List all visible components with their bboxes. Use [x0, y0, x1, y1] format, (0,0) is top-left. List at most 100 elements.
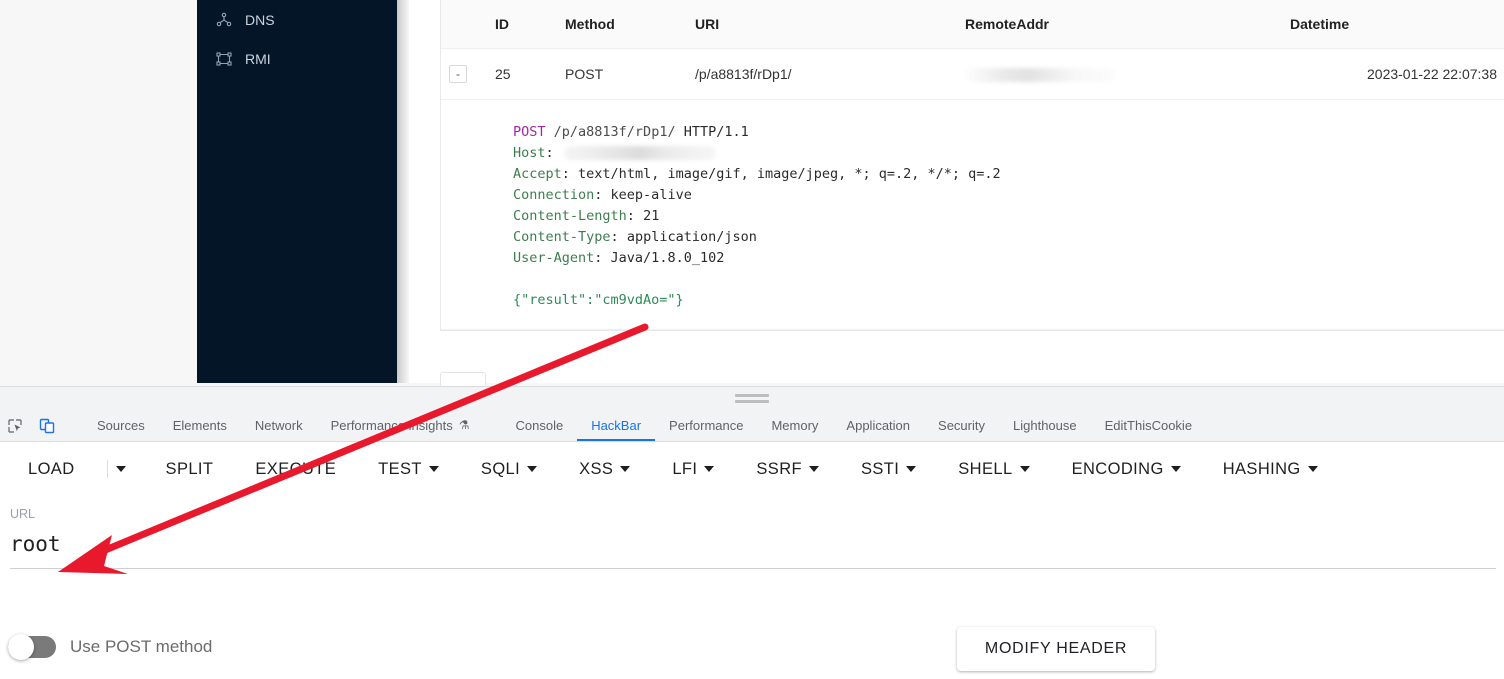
tab-lighthouse[interactable]: Lighthouse: [999, 411, 1091, 441]
th-id: ID: [487, 0, 557, 49]
detail-request-body: {"result":"cm9vdAo="}: [513, 292, 684, 308]
detail-request-path: /p/a8813f/rDp1/: [553, 124, 676, 140]
table-row[interactable]: - 25 POST /p/a8813f/rDp1/ 2023-01-22 22:…: [441, 48, 1504, 100]
tab-label: Lighthouse: [1013, 417, 1077, 433]
detail-cell: POST /p/a8813f/rDp1/ HTTP/1.1 Host: Acce…: [441, 99, 1504, 330]
header-value-content-type: application/json: [626, 229, 757, 245]
chevron-down-icon: [527, 466, 538, 472]
devtools-tabbar: Sources Elements Network Performance ins…: [0, 411, 1504, 442]
header-name-content-type: Content-Type: [513, 229, 611, 245]
chevron-down-icon: [115, 466, 126, 472]
button-label: SHELL: [958, 459, 1013, 478]
tab-label: Network: [254, 417, 303, 433]
tab-label: Performance insights: [330, 417, 453, 433]
cell-id: 25: [487, 48, 557, 100]
hackbar-ssrf-menu[interactable]: SSRF: [746, 454, 829, 485]
redacted-host-value: [563, 146, 716, 160]
detail-request-version: HTTP/1.1: [683, 124, 749, 140]
sidebar-item-label: DNS: [245, 12, 275, 28]
tab-elements[interactable]: Elements: [159, 411, 241, 441]
button-label: HASHING: [1222, 459, 1301, 478]
card-footer-stub: [440, 372, 486, 386]
http-request-detail: POST /p/a8813f/rDp1/ HTTP/1.1 Host: Acce…: [441, 100, 1504, 329]
hackbar-shell-menu[interactable]: SHELL: [948, 454, 1039, 485]
chevron-down-icon: [1170, 466, 1181, 472]
tab-hackbar[interactable]: HackBar: [577, 411, 656, 441]
http-raw-text: POST /p/a8813f/rDp1/ HTTP/1.1 Host: Acce…: [513, 124, 1001, 308]
header-value-connection: keep-alive: [610, 187, 692, 203]
toggle-knob: [8, 634, 34, 660]
devtools-resize-bar[interactable]: [0, 387, 1504, 412]
hackbar-split-button[interactable]: SPLIT: [156, 454, 224, 485]
modify-header-button[interactable]: MODIFY HEADER: [957, 627, 1155, 671]
chevron-down-icon: [1307, 466, 1318, 472]
hackbar-url-section: URL root: [0, 507, 1504, 569]
tab-console[interactable]: Console: [501, 411, 577, 441]
table-detail-row: POST /p/a8813f/rDp1/ HTTP/1.1 Host: Acce…: [441, 99, 1504, 330]
tab-label: Application: [846, 417, 911, 433]
table-head: ID Method URI RemoteAddr Datetime: [441, 0, 1504, 49]
collapse-row-button[interactable]: -: [449, 65, 467, 83]
drag-handle-icon[interactable]: [735, 394, 769, 403]
tab-label: Memory: [771, 417, 819, 433]
app-sidebar: DNS RMI: [197, 0, 397, 383]
hackbar-hashing-menu[interactable]: HASHING: [1213, 454, 1328, 485]
hackbar-sqli-menu[interactable]: SQLI: [471, 454, 547, 485]
th-datetime: Datetime: [1282, 0, 1504, 49]
tab-network[interactable]: Network: [241, 411, 317, 441]
tab-label: Performance: [669, 417, 744, 433]
tab-performance[interactable]: Performance: [655, 411, 757, 441]
chevron-down-icon: [809, 466, 819, 472]
content-panel: ID Method URI RemoteAddr Datetime - 25 P…: [409, 0, 1504, 383]
hackbar-ssti-menu[interactable]: SSTI: [851, 454, 926, 485]
hackbar-execute-button[interactable]: EXECUTE: [245, 454, 346, 485]
requests-card: ID Method URI RemoteAddr Datetime - 25 P…: [440, 0, 1504, 331]
table-body: - 25 POST /p/a8813f/rDp1/ 2023-01-22 22:…: [441, 48, 1504, 330]
tab-label: EditThisCookie: [1104, 417, 1193, 433]
hackbar-xss-menu[interactable]: XSS: [569, 454, 640, 485]
chevron-down-icon: [1019, 466, 1030, 472]
tab-label: Elements: [172, 417, 227, 433]
hackbar-load-dropdown[interactable]: [106, 460, 134, 478]
hackbar-lfi-menu[interactable]: LFI: [662, 454, 724, 485]
rmi-frame-icon: [215, 50, 233, 68]
cell-uri: /p/a8813f/rDp1/: [687, 48, 957, 100]
table-header-row: ID Method URI RemoteAddr Datetime: [441, 0, 1504, 49]
button-label: LFI: [672, 459, 698, 478]
header-name-content-length: Content-Length: [513, 208, 627, 224]
button-label: TEST: [378, 459, 422, 478]
sidebar-item-rmi[interactable]: RMI: [197, 39, 397, 79]
header-name-connection: Connection: [513, 187, 595, 203]
device-toolbar-icon[interactable]: [36, 415, 58, 437]
tab-performance-insights[interactable]: Performance insights ⚗: [317, 411, 484, 441]
chevron-down-icon: [704, 466, 715, 472]
hackbar-load-button[interactable]: LOAD: [18, 454, 85, 485]
row-expander-cell: -: [441, 48, 487, 100]
tab-sources[interactable]: Sources: [83, 411, 159, 441]
url-input[interactable]: root: [10, 532, 1496, 569]
tab-group-gap: [483, 411, 501, 441]
toggle-track[interactable]: [8, 634, 56, 660]
tab-security[interactable]: Security: [924, 411, 999, 441]
chevron-down-icon: [428, 466, 439, 472]
devtools-tool-icons: [0, 411, 83, 441]
use-post-method-toggle[interactable]: Use POST method: [8, 634, 212, 660]
inspect-element-icon[interactable]: [4, 415, 26, 437]
tab-application[interactable]: Application: [832, 411, 924, 441]
sidebar-item-dns[interactable]: DNS: [197, 0, 397, 40]
button-label: XSS: [579, 459, 614, 478]
url-field-label: URL: [10, 507, 36, 521]
button-label: SSRF: [756, 459, 802, 478]
flask-icon: ⚗: [458, 418, 470, 432]
hackbar-encoding-menu[interactable]: ENCODING: [1062, 454, 1191, 485]
tab-editthiscookie[interactable]: EditThisCookie: [1091, 411, 1206, 441]
sidebar-item-label: RMI: [245, 51, 271, 67]
hackbar-test-menu[interactable]: TEST: [368, 454, 449, 485]
redacted-remote-address: [965, 68, 1115, 83]
detail-request-method: POST: [513, 124, 546, 140]
hackbar-toolbar: LOAD SPLIT EXECUTE TEST SQLI XSS LFI SSR…: [0, 442, 1504, 496]
th-uri: URI: [687, 0, 957, 49]
tab-label: Console: [515, 417, 564, 433]
header-value-content-length: 21: [643, 208, 660, 224]
tab-memory[interactable]: Memory: [757, 411, 832, 441]
